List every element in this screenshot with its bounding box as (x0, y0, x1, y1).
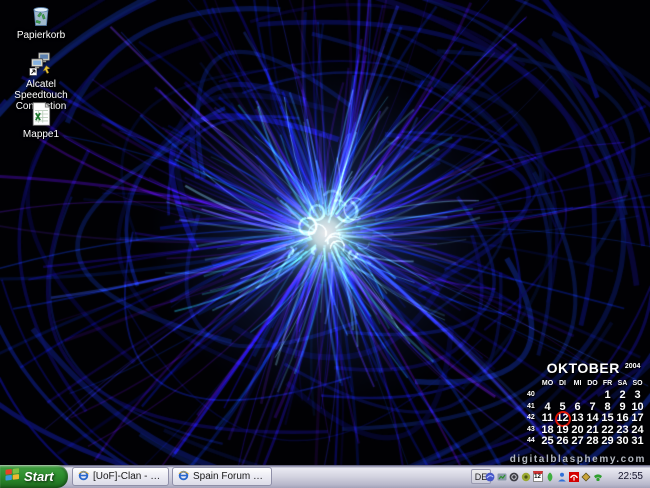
calendar-day: 2 (615, 390, 630, 402)
taskbar: Start [UoF]-Clan - Union of... Spain For… (0, 465, 650, 488)
calendar-day: 13 (570, 413, 585, 425)
tray-phone-icon[interactable] (592, 471, 603, 483)
calendar-day-header: DO (585, 379, 600, 390)
calendar-day: 11 (540, 413, 555, 425)
internet-explorer-icon (178, 470, 189, 484)
wallpaper-watermark: digitalblasphemy.com (510, 454, 646, 465)
network-connection-icon (26, 51, 56, 77)
desktop-icon-mappe1[interactable]: Mappe1 (0, 101, 82, 140)
calendar-widget: OKTOBER 2004 MODIMIDOFRSASO4012341456789… (527, 360, 648, 448)
recycle-bin-icon (26, 2, 56, 28)
desktop-icon-label: Papierkorb (17, 30, 65, 41)
start-button[interactable]: Start (0, 465, 68, 488)
system-tray: 12 (484, 470, 603, 483)
calendar-week-number: 42 (527, 413, 540, 425)
calendar-day: 30 (615, 436, 630, 448)
tray-green-leaf-icon[interactable] (544, 471, 555, 483)
calendar-grid: MODIMIDOFRSASO40123414567891042111213141… (527, 379, 648, 448)
start-button-label: Start (24, 469, 62, 484)
calendar-header: OKTOBER 2004 (527, 360, 648, 376)
windows-logo-icon (5, 467, 20, 486)
calendar-day-header: MI (570, 379, 585, 390)
calendar-corner (527, 379, 540, 390)
calendar-week-number: 43 (527, 425, 540, 437)
calendar-day: 25 (540, 436, 555, 448)
calendar-day: 29 (600, 436, 615, 448)
calendar-day-header: MO (540, 379, 555, 390)
calendar-today: 12 (555, 413, 570, 425)
calendar-day: 1 (600, 390, 615, 402)
tray-app-green-gray-icon[interactable] (496, 471, 507, 483)
desktop-icon-label: Mappe1 (23, 129, 59, 140)
tray-calendar-icon[interactable]: 12 (532, 471, 543, 483)
calendar-day: 26 (555, 436, 570, 448)
taskbar-clock[interactable]: 22:55 (618, 465, 643, 488)
calendar-day-header: DI (555, 379, 570, 390)
calendar-year: 2004 (625, 363, 641, 370)
calendar-day: 27 (570, 436, 585, 448)
desktop-icon-papierkorb[interactable]: Papierkorb (0, 2, 82, 41)
calendar-day (570, 390, 585, 402)
calendar-month: OKTOBER (547, 360, 620, 376)
calendar-day: 31 (630, 436, 645, 448)
tray-app-olive-icon[interactable] (520, 471, 531, 483)
calendar-day: 17 (630, 413, 645, 425)
taskbar-item-spain-forum[interactable]: Spain Forum -- [UoF]-... (172, 467, 272, 486)
desktop: Papierkorb Alcatel Speedtouch Connection (0, 0, 650, 465)
calendar-day: 28 (585, 436, 600, 448)
calendar-day (585, 390, 600, 402)
tray-gray-circle-icon[interactable] (508, 471, 519, 483)
taskbar-item-title: Spain Forum -- [UoF]-... (193, 471, 266, 482)
calendar-day: 3 (630, 390, 645, 402)
internet-explorer-icon (78, 470, 89, 484)
calendar-week-number: 44 (527, 436, 540, 448)
taskbar-item-uof-clan[interactable]: [UoF]-Clan - Union of... (72, 467, 169, 486)
calendar-day (540, 390, 555, 402)
calendar-week-number: 40 (527, 390, 540, 402)
tray-app-blue-icon[interactable] (484, 471, 495, 483)
calendar-day: 15 (600, 413, 615, 425)
calendar-day: 16 (615, 413, 630, 425)
taskbar-item-title: [UoF]-Clan - Union of... (93, 471, 163, 482)
tray-calendar-day: 12 (533, 471, 543, 482)
tray-diamond-icon[interactable] (580, 471, 591, 483)
calendar-week-number: 41 (527, 402, 540, 414)
tray-messenger-person-icon[interactable] (556, 471, 567, 483)
tray-antivirus-icon[interactable] (568, 471, 579, 483)
calendar-day: 14 (585, 413, 600, 425)
excel-workbook-icon (26, 101, 56, 127)
calendar-day (555, 390, 570, 402)
